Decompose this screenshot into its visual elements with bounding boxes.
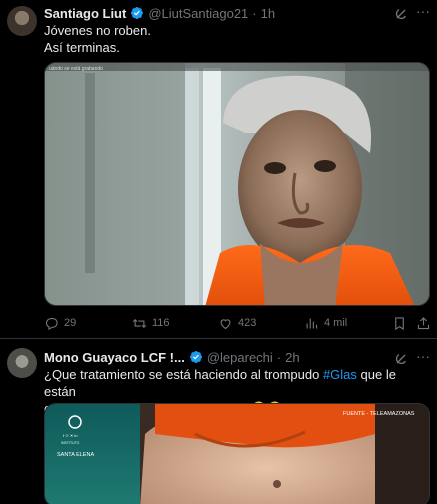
retweet-icon: [132, 318, 147, 328]
reply-count: 29: [64, 317, 77, 329]
timestamp[interactable]: 2h: [285, 350, 299, 365]
tv-broadcast-frame: f ☉ ✕ in INSTITUTO SANTA ELENA FUENTE - …: [45, 404, 429, 504]
media-location-label: SANTA ELENA: [57, 452, 95, 458]
tweet-media-photo[interactable]: uándo se está grabando: [44, 62, 430, 306]
media-source-label: FUENTE - TELEAMAZONAS: [343, 411, 415, 417]
author-handle[interactable]: @LiutSantiago21: [148, 6, 248, 21]
reply-button[interactable]: 29: [44, 316, 76, 331]
tweet-text-line: Jóvenes no roben.: [44, 23, 151, 38]
like-count: 423: [238, 317, 257, 329]
avatar[interactable]: [7, 348, 37, 378]
media-caption: uándo se está grabando: [49, 66, 103, 72]
share-icon: [417, 316, 430, 329]
grok-icon[interactable]: [393, 351, 409, 367]
grok-icon[interactable]: [393, 6, 409, 22]
views-button[interactable]: 4 mil: [304, 316, 347, 331]
prisoner-photo: uándo se está grabando: [45, 63, 429, 305]
author-name[interactable]: Santiago Liut: [44, 6, 126, 21]
share-button[interactable]: [416, 316, 431, 331]
reply-icon: [45, 317, 58, 330]
timestamp[interactable]: 1h: [261, 6, 275, 21]
views-icon: [306, 318, 318, 328]
tweet-header: Mono Guayaco LCF !... @leparechi · 2h: [44, 348, 300, 366]
tweet-actions: 29 116 423 4 mil: [44, 313, 430, 333]
media-logo-text: INSTITUTO: [61, 441, 80, 445]
tweet-santiago[interactable]: Santiago Liut @LiutSantiago21 · 1h ··· J…: [0, 0, 437, 339]
bookmark-button[interactable]: [392, 316, 407, 331]
tweet-text-segment: ¿Que tratamiento se está haciendo al tro…: [44, 367, 323, 382]
retweet-button[interactable]: 116: [132, 316, 170, 331]
author-handle[interactable]: @leparechi: [207, 350, 273, 365]
tweet-text-line: ¿Que tratamiento se está haciendo al tro…: [44, 366, 427, 400]
retweet-count: 116: [152, 317, 170, 329]
tweet-text: Jóvenes no roben. Así terminas.: [44, 22, 427, 56]
verified-badge-icon: [189, 351, 202, 363]
tweet-mono-guayaco[interactable]: Mono Guayaco LCF !... @leparechi · 2h ··…: [0, 340, 437, 504]
like-button[interactable]: 423: [218, 316, 256, 331]
more-icon[interactable]: ···: [415, 349, 431, 367]
verified-badge-icon: [131, 7, 144, 19]
tweet-header: Santiago Liut @LiutSantiago21 · 1h: [44, 4, 275, 22]
separator-dot: ·: [252, 5, 257, 21]
tweet-media-video[interactable]: f ☉ ✕ in INSTITUTO SANTA ELENA FUENTE - …: [44, 403, 430, 504]
bookmark-icon: [395, 316, 404, 330]
views-count: 4 mil: [324, 317, 348, 329]
author-name[interactable]: Mono Guayaco LCF !...: [44, 350, 185, 365]
media-logo-sub: f ☉ ✕ in: [63, 433, 78, 438]
hashtag-link[interactable]: #Glas: [323, 367, 357, 382]
tweet-text-line: Así terminas.: [44, 40, 120, 55]
avatar[interactable]: [7, 6, 37, 36]
more-icon[interactable]: ···: [415, 4, 431, 22]
like-icon: [220, 318, 231, 329]
separator-dot: ·: [276, 349, 282, 365]
